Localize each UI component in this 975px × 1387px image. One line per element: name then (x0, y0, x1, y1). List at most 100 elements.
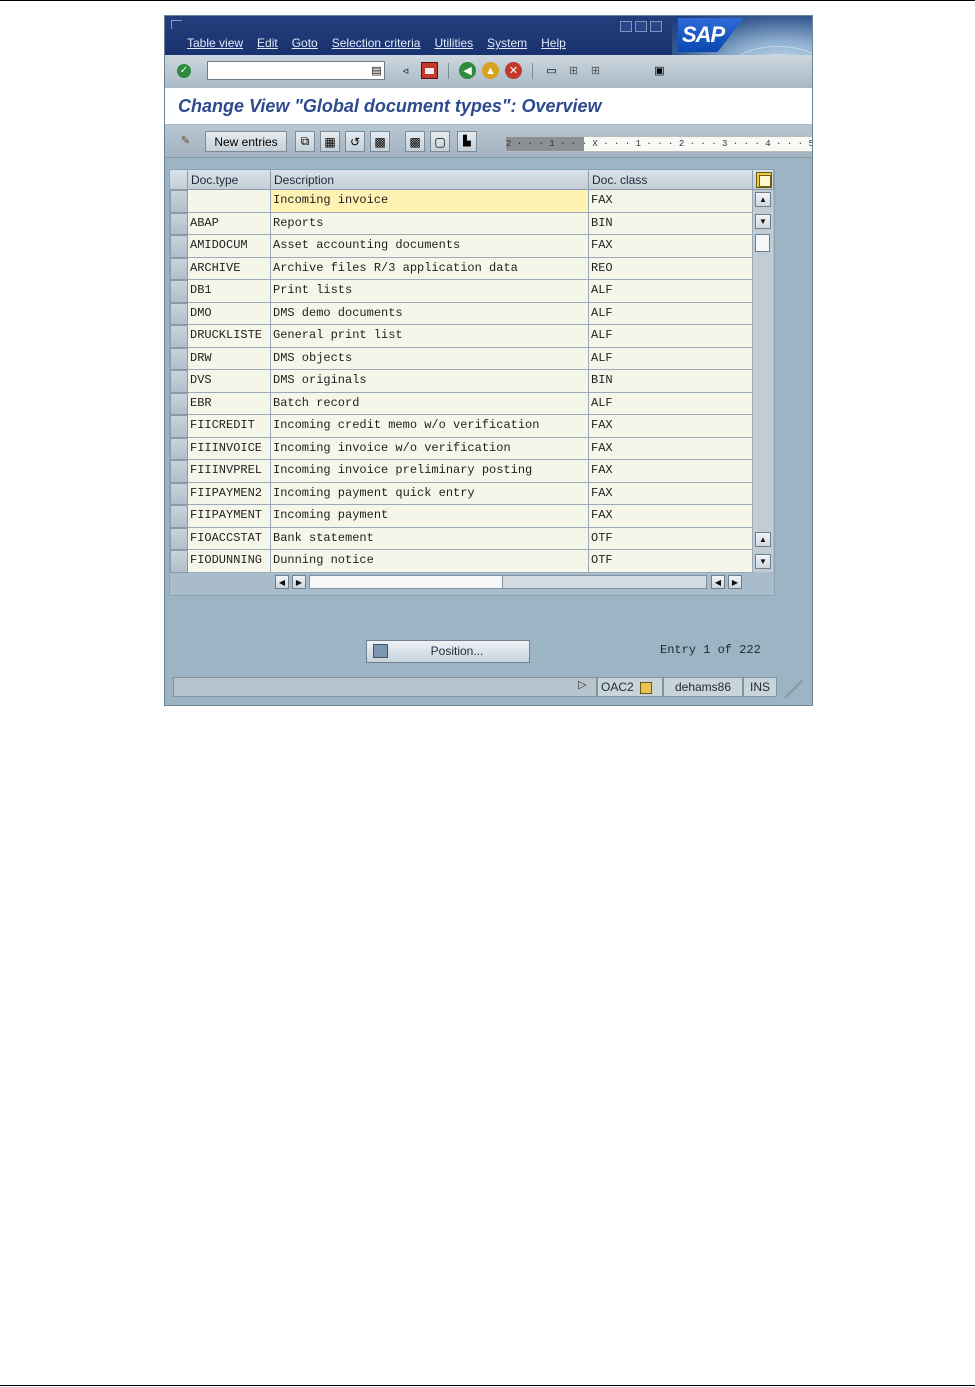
undo-change-icon[interactable]: ↺ (345, 131, 365, 152)
cell-doc-type[interactable]: FIIPAYMEN2 (188, 482, 271, 505)
column-header-doc-type[interactable]: Doc.type (188, 170, 271, 190)
cell-doc-type[interactable]: FIODUNNING (188, 550, 271, 573)
transport-icon[interactable]: ▙ (457, 131, 477, 152)
command-history-icon[interactable]: ▤ (368, 62, 385, 79)
scroll-up-icon[interactable]: ▲ (755, 192, 771, 207)
status-expand-icon[interactable]: ▷ (578, 678, 586, 691)
scroll-right-end-icon[interactable]: ▶ (728, 575, 742, 589)
cell-doc-class[interactable]: FAX (589, 190, 753, 213)
exit-icon[interactable]: ▲ (482, 62, 499, 79)
cell-doc-type[interactable]: EBR (188, 392, 271, 415)
cell-description[interactable]: Bank statement (271, 527, 589, 550)
cell-doc-class[interactable]: FAX (589, 437, 753, 460)
row-selector[interactable] (170, 505, 188, 528)
find-next-icon[interactable]: ⊞ (587, 62, 604, 79)
cell-description[interactable]: Incoming invoice preliminary posting (271, 460, 589, 483)
cell-doc-type[interactable]: DB1 (188, 280, 271, 303)
cell-doc-class[interactable]: ALF (589, 392, 753, 415)
cell-doc-class[interactable]: ALF (589, 280, 753, 303)
collapse-arrow-icon[interactable]: ◃ (397, 62, 414, 79)
window-menu-icon[interactable] (171, 20, 182, 29)
vertical-scrollbar[interactable]: ▲ ▼ ▲ ▼ (753, 190, 773, 572)
cell-doc-class[interactable]: FAX (589, 505, 753, 528)
vertical-scroll-thumb[interactable] (755, 234, 770, 252)
scroll-right-icon[interactable]: ▶ (292, 575, 306, 589)
row-selector[interactable] (170, 302, 188, 325)
cell-doc-type[interactable]: DMO (188, 302, 271, 325)
create-session-icon[interactable]: ▣ (651, 62, 668, 79)
cell-doc-class[interactable]: FAX (589, 235, 753, 258)
cell-description[interactable]: Archive files R/3 application data (271, 257, 589, 280)
row-selector[interactable] (170, 415, 188, 438)
save-icon[interactable] (421, 62, 438, 79)
back-icon[interactable]: ◀ (459, 62, 476, 79)
cell-description[interactable]: Incoming invoice w/o verification (271, 437, 589, 460)
cell-doc-class[interactable]: ALF (589, 302, 753, 325)
copy-as-icon[interactable]: ⧉ (295, 131, 315, 152)
status-transaction[interactable]: OAC2 (597, 677, 663, 697)
delete-icon[interactable]: ▦ (320, 131, 340, 152)
cell-doc-type[interactable]: ARCHIVE (188, 257, 271, 280)
enter-check-icon[interactable]: ✓ (177, 64, 191, 78)
cell-description[interactable]: Incoming payment quick entry (271, 482, 589, 505)
cell-doc-class[interactable]: FAX (589, 482, 753, 505)
cell-description[interactable]: DMS objects (271, 347, 589, 370)
cell-doc-class[interactable]: BIN (589, 212, 753, 235)
row-selector[interactable] (170, 325, 188, 348)
menu-item[interactable]: Selection criteria (332, 36, 421, 50)
column-header-doc-class[interactable]: Doc. class (589, 170, 753, 190)
command-field[interactable] (207, 61, 385, 80)
row-selector[interactable] (170, 550, 188, 573)
cell-description[interactable]: Batch record (271, 392, 589, 415)
cell-description[interactable]: Reports (271, 212, 589, 235)
cell-doc-type[interactable]: DRUCKLISTE (188, 325, 271, 348)
row-selector[interactable] (170, 437, 188, 460)
cell-description[interactable]: DMS originals (271, 370, 589, 393)
status-mode[interactable]: INS (743, 677, 777, 697)
scroll-page-up-icon[interactable]: ▲ (755, 532, 771, 547)
select-all-rows-header[interactable] (170, 170, 188, 190)
table-settings-icon[interactable] (756, 172, 772, 188)
resize-grip-icon[interactable] (781, 676, 803, 698)
cell-description[interactable]: Print lists (271, 280, 589, 303)
print-icon[interactable]: ▭ (543, 62, 560, 79)
row-selector[interactable] (170, 370, 188, 393)
column-header-description[interactable]: Description (271, 170, 589, 190)
scroll-down-icon[interactable]: ▼ (755, 554, 771, 569)
cell-description[interactable]: Dunning notice (271, 550, 589, 573)
cell-doc-class[interactable]: BIN (589, 370, 753, 393)
row-selector[interactable] (170, 190, 188, 213)
menu-item[interactable]: Utilities (434, 36, 473, 50)
cell-doc-type[interactable]: AMIDOCUM (188, 235, 271, 258)
cell-doc-type[interactable]: FIIINVOICE (188, 437, 271, 460)
cell-doc-class[interactable]: ALF (589, 325, 753, 348)
cell-doc-type[interactable]: DRW (188, 347, 271, 370)
cell-doc-class[interactable]: OTF (589, 550, 753, 573)
cell-doc-class[interactable]: FAX (589, 460, 753, 483)
row-selector[interactable] (170, 347, 188, 370)
cell-description[interactable]: Asset accounting documents (271, 235, 589, 258)
horizontal-scroll-thumb[interactable] (310, 576, 503, 588)
display-change-icon[interactable]: ✎ (177, 132, 194, 149)
menu-item[interactable]: Edit (257, 36, 278, 50)
cell-doc-class[interactable]: ALF (589, 347, 753, 370)
menu-item[interactable]: Table view (187, 36, 243, 50)
maximize-icon[interactable] (635, 21, 647, 32)
new-entries-button[interactable]: New entries (205, 131, 287, 152)
scroll-page-down-icon[interactable]: ▼ (755, 214, 771, 229)
scroll-left-end-icon[interactable]: ◀ (711, 575, 725, 589)
cell-doc-type[interactable]: ABAP (188, 212, 271, 235)
cell-doc-class[interactable]: REO (589, 257, 753, 280)
horizontal-scrollbar[interactable] (309, 575, 707, 589)
row-selector[interactable] (170, 280, 188, 303)
find-icon[interactable]: ⊞ (565, 62, 582, 79)
select-all-icon[interactable]: ▩ (370, 131, 390, 152)
row-selector[interactable] (170, 257, 188, 280)
position-button[interactable]: Position... (366, 640, 530, 663)
row-selector[interactable] (170, 235, 188, 258)
cell-description[interactable]: Incoming invoice (271, 190, 589, 213)
cell-description[interactable]: General print list (271, 325, 589, 348)
cell-doc-class[interactable]: FAX (589, 415, 753, 438)
cell-description[interactable]: DMS demo documents (271, 302, 589, 325)
deselect-all-icon[interactable]: ▢ (430, 131, 450, 152)
